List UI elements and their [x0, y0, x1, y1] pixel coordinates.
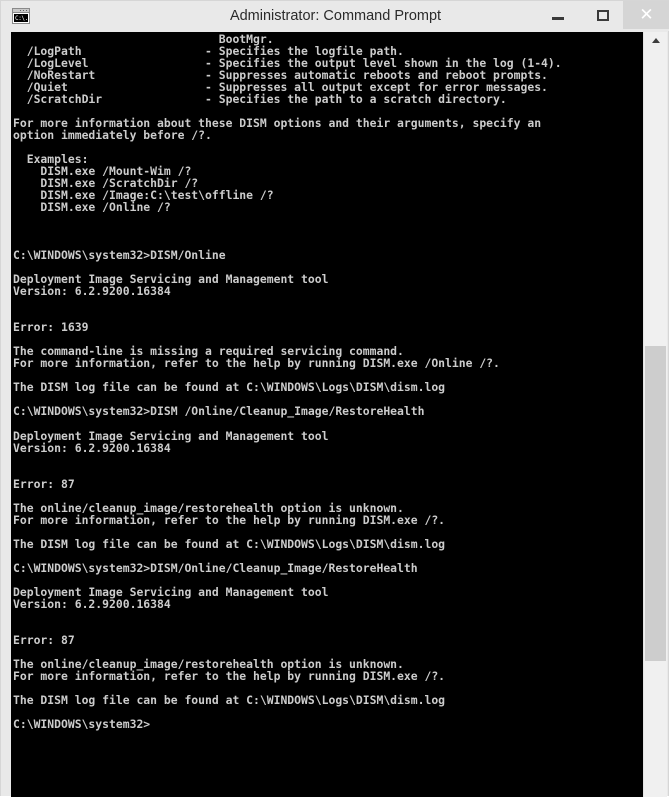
console-text: BootMgr. /LogPath - Specifies the logfil… [13, 32, 562, 731]
scrollbar-thumb[interactable] [645, 346, 666, 661]
close-icon: ✕ [639, 5, 654, 24]
minimize-button[interactable] [535, 1, 580, 29]
minimize-icon [551, 17, 564, 20]
close-button[interactable]: ✕ [623, 1, 669, 29]
maximize-icon [596, 10, 609, 21]
console-output-area[interactable]: BootMgr. /LogPath - Specifies the logfil… [11, 32, 644, 797]
title-bar[interactable]: C:\. Administrator: Command Prompt ✕ [1, 1, 669, 31]
command-prompt-icon[interactable]: C:\. [12, 8, 30, 24]
console-scrollbar[interactable] [643, 32, 667, 797]
chevron-up-icon [651, 38, 660, 43]
icon-title-strip [13, 9, 29, 13]
scrollbar-track-lower[interactable] [644, 661, 667, 797]
maximize-button[interactable] [580, 1, 625, 29]
scroll-up-button[interactable] [644, 32, 667, 51]
command-prompt-window: C:\. Administrator: Command Prompt ✕ Boo… [0, 0, 669, 797]
scrollbar-track-upper[interactable] [644, 51, 667, 346]
icon-screen-text: C:\. [14, 14, 28, 22]
